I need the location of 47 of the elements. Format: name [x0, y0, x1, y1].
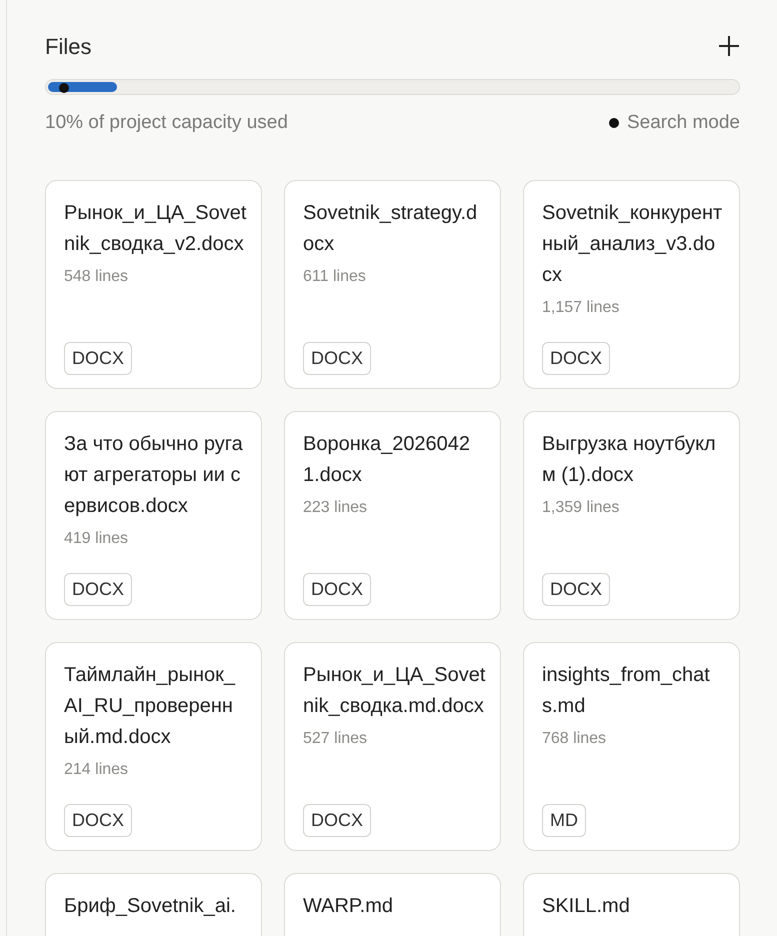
line-count: 1,359 lines	[542, 498, 620, 518]
file-card[interactable]: SKILL.md	[523, 872, 740, 936]
file-card[interactable]: Sovetnik_конкурентный_анализ_v3.docx 1,157 lines DOCX	[523, 180, 740, 388]
file-type-badge: DOCX	[542, 342, 610, 374]
line-count: 1,157 lines	[542, 298, 620, 318]
file-name: Рынок_и_ЦА_Sovetnik_сводка.md.docx	[303, 662, 486, 718]
file-type-badge: DOCX	[303, 572, 372, 606]
file-card[interactable]: insights_from_chats.md 768 lines MD	[523, 642, 740, 850]
file-card[interactable]: Бриф_Sovetnik_ai.	[45, 872, 262, 936]
file-name: insights_from_chats.md	[542, 662, 711, 718]
file-type-badge: DOCX	[64, 342, 132, 374]
file-card[interactable]: За что обычно ругают агрегаторы ии сервисов.docx 419 lines DOCX	[45, 410, 262, 620]
file-name: Sovetnik_конкурентный_анализ_v3.docx	[542, 200, 724, 288]
line-count: 223 lines	[303, 498, 368, 518]
file-name: SKILL.md	[542, 894, 631, 918]
line-count: 419 lines	[64, 528, 130, 548]
file-card[interactable]: Выгрузка ноутбуклм (1).docx 1,359 lines DOCX	[523, 410, 740, 620]
search-mode-label: Search mode	[626, 111, 740, 135]
file-card[interactable]: Рынок_и_ЦА_Sovetnik_сводка_v2.docx 548 lines DOCX	[45, 180, 262, 388]
line-count: 611 lines	[303, 266, 367, 286]
panel-title: Files	[45, 32, 92, 60]
file-name: Выгрузка ноутбуклм (1).docx	[542, 432, 717, 488]
capacity-label: 10% of project capacity used	[45, 111, 288, 135]
file-type-badge: DOCX	[303, 804, 372, 836]
line-count: 548 lines	[64, 266, 130, 286]
file-name: За что обычно ругают агрегаторы ии сервисов.docx	[64, 432, 244, 518]
file-type-badge: DOCX	[542, 572, 610, 606]
add-icon[interactable]	[718, 35, 740, 57]
file-type-badge: DOCX	[64, 572, 132, 606]
file-name: Бриф_Sovetnik_ai.	[64, 894, 237, 918]
file-card[interactable]: Таймлайн_рынок_AI_RU_проверенный.md.docx 214 lines DOCX	[45, 642, 262, 850]
file-name: Рынок_и_ЦА_Sovetnik_сводка_v2.docx	[64, 200, 247, 256]
file-name: WARP.md	[303, 894, 394, 918]
file-name: Воронка_20260421.docx	[303, 432, 472, 488]
file-card[interactable]: WARP.md	[284, 872, 501, 936]
file-type-badge: DOCX	[64, 804, 132, 836]
file-name: Sovetnik_strategy.docx	[303, 200, 478, 256]
file-card[interactable]: Рынок_и_ЦА_Sovetnik_сводка.md.docx 527 lines DOCX	[284, 642, 501, 850]
file-name: Таймлайн_рынок_AI_RU_проверенный.md.docx	[64, 662, 236, 750]
line-count: 527 lines	[303, 728, 368, 748]
line-count: 214 lines	[64, 760, 130, 780]
file-card[interactable]: Воронка_20260421.docx 223 lines DOCX	[284, 410, 501, 620]
file-type-badge: DOCX	[303, 342, 372, 374]
search-mode-toggle[interactable]: Search mode	[608, 109, 740, 138]
file-type-badge: MD	[542, 804, 586, 836]
file-card[interactable]: Sovetnik_strategy.docx 611 lines DOCX	[284, 180, 501, 388]
line-count: 768 lines	[542, 728, 608, 748]
